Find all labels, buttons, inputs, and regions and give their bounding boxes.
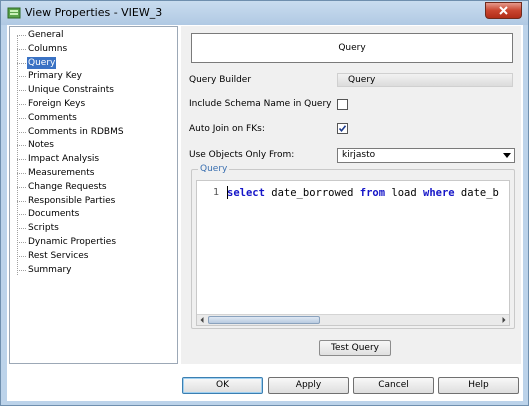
use-objects-value: kirjasto (342, 150, 376, 160)
tree-item-summary[interactable]: Summary (17, 264, 167, 277)
line-number: 1 (212, 187, 219, 198)
sql-text: date_borrowed (264, 187, 360, 199)
cancel-button[interactable]: Cancel (353, 377, 434, 394)
use-objects-select[interactable]: kirjasto (337, 148, 515, 163)
scroll-right-button[interactable] (498, 315, 509, 325)
tree-item-responsible-parties[interactable]: Responsible Parties (17, 195, 167, 208)
sql-editor[interactable]: 1 select date_borrowed from load where d… (196, 180, 510, 326)
ok-button[interactable]: OK (182, 377, 263, 394)
title-bar[interactable]: View Properties - VIEW_3 (1, 1, 528, 25)
arrow-right-icon (502, 317, 506, 323)
auto-join-checkbox[interactable] (337, 123, 348, 134)
include-schema-label: Include Schema Name in Query (189, 99, 332, 109)
tree-item-comments-in-rdbms[interactable]: Comments in RDBMS (17, 126, 167, 139)
tree-item-label: Comments (28, 112, 77, 123)
tree-item-label: Scripts (28, 223, 59, 234)
tree-connector (17, 35, 26, 36)
tree-item-columns[interactable]: Columns (17, 43, 167, 56)
tree-connector (17, 48, 26, 50)
include-schema-checkbox[interactable] (337, 99, 348, 110)
tree-item-unique-constraints[interactable]: Unique Constraints (17, 84, 167, 97)
close-button[interactable] (485, 2, 522, 19)
tree-item-label: Comments in RDBMS (28, 126, 124, 137)
tree-item-label: Foreign Keys (28, 99, 86, 109)
query-panel: Query Query Builder Query Include Schema… (181, 26, 521, 364)
scroll-left-button[interactable] (197, 315, 208, 325)
tree-item-foreign-keys[interactable]: Foreign Keys (17, 98, 167, 111)
tree-connector (17, 200, 26, 202)
tree-connector (17, 145, 26, 147)
checkmark-icon (338, 125, 347, 133)
help-button[interactable]: Help (438, 377, 519, 394)
tree-connector (17, 117, 26, 119)
tree-item-label: Measurements (28, 168, 95, 178)
tree-item-label: General (28, 30, 64, 40)
apply-button[interactable]: Apply (268, 377, 349, 394)
tree-item-label: Primary Key (28, 71, 82, 82)
tree-item-comments[interactable]: Comments (17, 112, 167, 125)
tree-connector (17, 228, 26, 230)
tree-connector (17, 131, 26, 133)
tree-connector (17, 242, 26, 243)
chevron-down-icon (503, 153, 511, 158)
tree-item-label: Query (27, 56, 57, 69)
sql-code[interactable]: select date_borrowed from load where dat… (227, 187, 499, 199)
dialog-body: General Columns Query Primary Key Unique Con… (7, 25, 523, 401)
tree-connector (17, 76, 26, 78)
tree-item-label: Impact Analysis (28, 154, 100, 165)
tree-connector (17, 62, 26, 64)
horizontal-scrollbar[interactable] (197, 314, 509, 325)
dialog-window: View Properties - VIEW_3 General Columns Q… (0, 0, 529, 406)
tree-item-label: Unique Constraints (28, 85, 114, 96)
query-group: Query 1 select date_borrowed from load w… (191, 164, 515, 329)
scroll-thumb[interactable] (208, 316, 320, 324)
app-icon (7, 6, 21, 20)
tree-connector (17, 90, 26, 92)
query-group-legend: Query (198, 164, 230, 174)
use-objects-label: Use Objects Only From: (189, 150, 295, 160)
test-query-button[interactable]: Test Query (319, 340, 391, 356)
arrow-left-icon (200, 317, 204, 323)
tree-item-query[interactable]: Query (17, 56, 167, 70)
close-icon (499, 6, 508, 15)
tree-item-primary-key[interactable]: Primary Key (17, 70, 167, 83)
line-gutter: 1 (197, 181, 225, 315)
tree-item-label: Summary (28, 264, 72, 275)
properties-tree: General Columns Query Primary Key Unique Con… (9, 26, 178, 364)
tree-item-label: Documents (28, 209, 80, 220)
tree-connector (17, 269, 26, 271)
tree-item-impact-analysis[interactable]: Impact Analysis (17, 153, 167, 166)
tree-connector (17, 214, 26, 216)
sql-text: date_b (454, 187, 499, 199)
tree-connector (17, 186, 26, 188)
sql-keyword: select (227, 187, 265, 199)
tree-connector (17, 255, 26, 257)
sql-keyword: from (359, 187, 386, 199)
sql-keyword: where (423, 187, 455, 199)
query-builder-label: Query Builder (189, 75, 252, 85)
tree-item-dynamic-properties[interactable]: Dynamic Properties (17, 236, 167, 249)
tree-item-general[interactable]: General (17, 29, 167, 42)
tree-connector (17, 173, 26, 174)
tree-item-documents[interactable]: Documents (17, 208, 167, 221)
tree-item-label: Columns (28, 43, 68, 54)
auto-join-label: Auto Join on FKs: (189, 124, 265, 134)
text-caret (227, 186, 228, 199)
query-builder-button[interactable]: Query (337, 73, 513, 87)
panel-header: Query (191, 33, 513, 63)
tree-item-label: Change Requests (28, 181, 107, 192)
tree-item-notes[interactable]: Notes (17, 139, 167, 152)
tree-item-label: Responsible Parties (28, 195, 116, 206)
tree-item-rest-services[interactable]: Rest Services (17, 250, 167, 263)
sql-text: load (385, 187, 423, 199)
tree-item-label: Dynamic Properties (28, 237, 117, 247)
window-title: View Properties - VIEW_3 (25, 6, 163, 19)
tree-item-label: Notes (28, 140, 54, 151)
tree-item-label: Rest Services (28, 250, 89, 261)
tree-item-measurements[interactable]: Measurements (17, 167, 167, 180)
tree-connector (17, 104, 26, 105)
tree-connector (17, 159, 26, 161)
tree-item-scripts[interactable]: Scripts (17, 222, 167, 235)
tree-item-change-requests[interactable]: Change Requests (17, 181, 167, 194)
